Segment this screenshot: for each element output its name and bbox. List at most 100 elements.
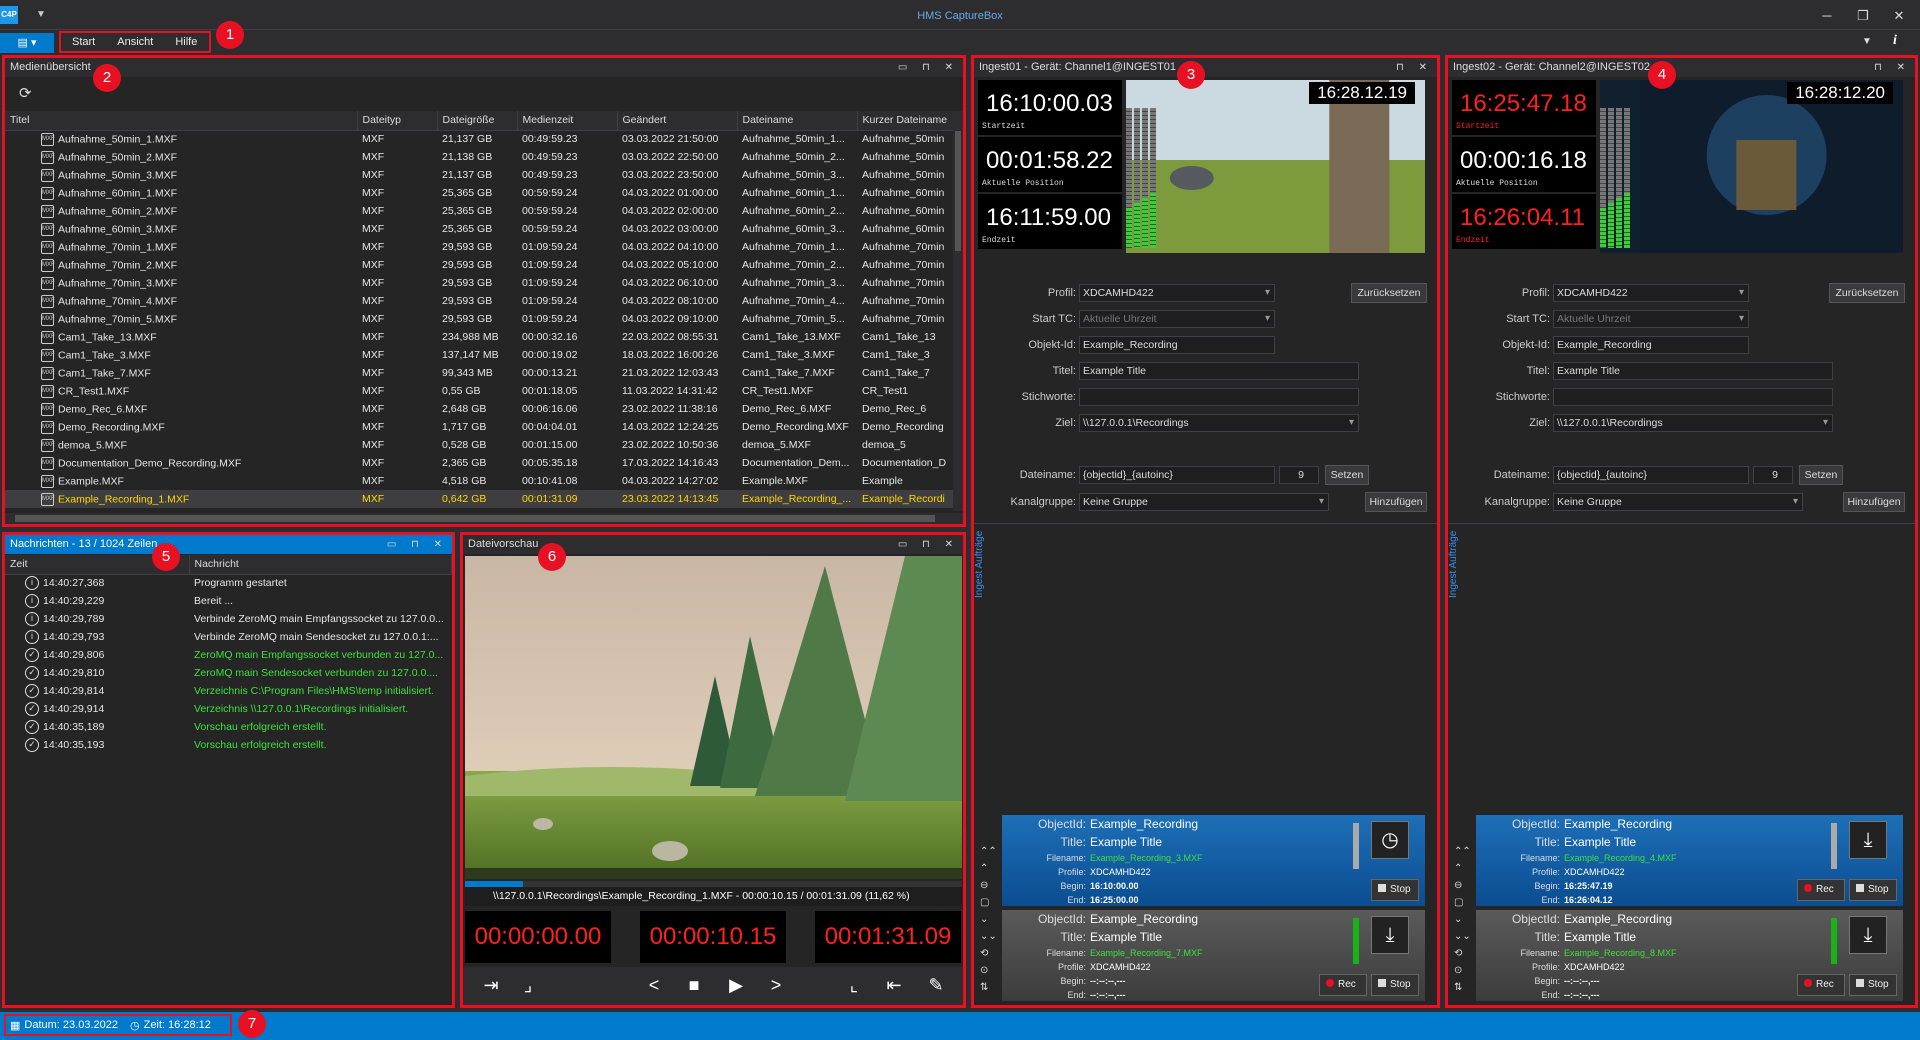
table-row[interactable]: MXF Cam1_Take_13.MXF MXF 234,988 MB 00:00:32… xyxy=(5,328,957,346)
close-window-button[interactable]: ✕ xyxy=(1886,6,1912,26)
ingest2-field-titel[interactable]: Example Title xyxy=(1553,362,1833,380)
menu-ansicht[interactable]: Ansicht xyxy=(106,36,164,48)
info-icon[interactable]: i xyxy=(1893,33,1897,49)
messages-panel-controls[interactable]: ▭ ⊓ ✕ xyxy=(387,535,448,554)
job-nav-icon[interactable]: ⌄ xyxy=(980,914,988,925)
table-row[interactable]: MXF Aufnahme_60min_1.MXF MXF 25,365 GB 00:59… xyxy=(5,184,957,202)
ingest1-setzen-button[interactable]: Setzen xyxy=(1325,465,1369,485)
ingest2-field-dateiname[interactable]: {objectid}_{autoinc} xyxy=(1553,466,1749,484)
menu-start[interactable]: Start xyxy=(61,36,106,48)
ingest2-job-0[interactable]: ObjectId: Example_Recording Title: Example … xyxy=(1476,815,1903,906)
media-vscroll[interactable] xyxy=(953,111,963,511)
ingest1-add-button[interactable]: Hinzufügen xyxy=(1365,492,1427,512)
job-nav-icon[interactable]: ⌄ xyxy=(1454,914,1462,925)
clock-icon[interactable]: ◷ xyxy=(1371,821,1409,859)
col-6[interactable]: Kurzer Dateiname xyxy=(857,111,957,131)
panel-controls[interactable]: ▭ ⊓ ✕ xyxy=(898,58,959,77)
col-2[interactable]: Dateigröße xyxy=(437,111,518,131)
table-row[interactable]: MXF Aufnahme_50min_2.MXF MXF 21,138 GB 00:49… xyxy=(5,148,957,166)
step-forward-icon[interactable]: > xyxy=(763,975,789,996)
job-nav-icon[interactable]: ▢ xyxy=(1454,897,1463,908)
job-nav-icon[interactable]: ⌃ xyxy=(980,863,988,874)
table-row[interactable]: MXF Aufnahme_60min_3.MXF MXF 25,365 GB 00:59… xyxy=(5,220,957,238)
set-in-icon[interactable]: ⌟ xyxy=(515,975,541,996)
col-0[interactable]: Titel xyxy=(5,111,358,131)
col-4[interactable]: Geändert xyxy=(617,111,738,131)
job-nav-icon[interactable]: ⌄⌄ xyxy=(980,931,997,942)
job-nav-icon[interactable]: ⌃ xyxy=(1454,863,1462,874)
job-nav-icon[interactable]: ⇅ xyxy=(1454,982,1462,993)
rec-button[interactable]: Rec xyxy=(1797,974,1845,996)
job-nav-icon[interactable]: ⊙ xyxy=(980,965,988,976)
message-row[interactable]: i 14:40:29,229 Bereit ... xyxy=(5,592,452,610)
message-row[interactable]: i 14:40:27,368 Programm gestartet xyxy=(5,574,452,592)
ingest2-field-profil[interactable]: XDCAMHD422 xyxy=(1553,284,1749,302)
set-out-icon[interactable]: ⌞ xyxy=(841,975,867,996)
download-icon[interactable]: ⤓ xyxy=(1371,916,1409,954)
ingest1-field-dateiname[interactable]: {objectid}_{autoinc} xyxy=(1079,466,1275,484)
col-1[interactable]: Dateityp xyxy=(357,111,438,131)
job-nav-icon[interactable]: ⟲ xyxy=(980,948,988,959)
refresh-icon[interactable]: ⟳ xyxy=(19,84,32,102)
download-icon[interactable]: ⤓ xyxy=(1849,916,1887,954)
ingest2-job-1[interactable]: ObjectId: Example_Recording Title: Example … xyxy=(1476,910,1903,1001)
col-nachricht[interactable]: Nachricht xyxy=(189,555,452,575)
message-row[interactable]: ✓ 14:40:29,814 Verzeichnis C:\Program File… xyxy=(5,682,452,700)
ingest1-side-tab[interactable]: Ingest Aufträge xyxy=(974,531,985,598)
ingest2-controls[interactable]: ⊓ ✕ xyxy=(1874,58,1911,77)
table-row[interactable]: MXF Cam1_Take_3.MXF MXF 137,147 MB 00:00:19.… xyxy=(5,346,957,364)
ingest1-reset-button[interactable]: Zurücksetzen xyxy=(1351,283,1427,303)
stop-button[interactable]: Stop xyxy=(1849,879,1897,901)
rec-button[interactable]: Rec xyxy=(1319,974,1367,996)
play-icon[interactable]: ▶ xyxy=(723,975,749,996)
table-row[interactable]: MXF Aufnahme_70min_2.MXF MXF 29,593 GB 01:09… xyxy=(5,256,957,274)
table-row[interactable]: MXF Aufnahme_50min_3.MXF MXF 21,137 GB 00:49… xyxy=(5,166,957,184)
job-nav-icon[interactable]: ⌃⌃ xyxy=(980,846,997,857)
ingest2-add-button[interactable]: Hinzufügen xyxy=(1843,492,1905,512)
table-row[interactable]: MXF Aufnahme_70min_3.MXF MXF 29,593 GB 01:09… xyxy=(5,274,957,292)
job-nav-icon[interactable]: ⇅ xyxy=(980,982,988,993)
minimize-button[interactable]: ─ xyxy=(1814,6,1840,26)
ingest1-field-profil[interactable]: XDCAMHD422 xyxy=(1079,284,1275,302)
table-row[interactable]: MXF Aufnahme_50min_1.MXF MXF 21,137 GB 00:49… xyxy=(5,130,957,148)
edit-icon[interactable]: ✎ xyxy=(923,975,949,996)
table-row[interactable]: MXF Example.MXF MXF 4,518 GB 00:10:41.08 04.0… xyxy=(5,472,957,490)
ingest2-setzen-button[interactable]: Setzen xyxy=(1799,465,1843,485)
ingest1-field-titel[interactable]: Example Title xyxy=(1079,362,1359,380)
table-row[interactable]: MXF Demo_Recording.MXF MXF 1,717 GB 00:04:04… xyxy=(5,418,957,436)
message-row[interactable]: i 14:40:29,789 Verbinde ZeroMQ main Empfan… xyxy=(5,610,452,628)
stop-button[interactable]: Stop xyxy=(1371,879,1419,901)
ribbon-collapse-icon[interactable]: ▼ xyxy=(1862,36,1872,47)
message-row[interactable]: ✓ 14:40:35,193 Vorschau erfolgreich erstel… xyxy=(5,736,452,754)
goto-in-icon[interactable]: ⇥ xyxy=(478,975,504,996)
restore-button[interactable]: ❐ xyxy=(1850,6,1876,26)
job-nav-icon[interactable]: ⊖ xyxy=(980,880,988,891)
ingest1-controls[interactable]: ⊓ ✕ xyxy=(1396,58,1433,77)
ingest2-field-objektid[interactable]: Example_Recording xyxy=(1553,336,1749,354)
ingest1-field-stichworte[interactable] xyxy=(1079,388,1359,406)
app-menu-button[interactable]: ▤ ▾ xyxy=(0,33,54,53)
message-row[interactable]: ✓ 14:40:29,806 ZeroMQ main Empfangssocket … xyxy=(5,646,452,664)
ingest1-field-kanalgruppe[interactable]: Keine Gruppe xyxy=(1079,493,1329,511)
goto-out-icon[interactable]: ⇤ xyxy=(881,975,907,996)
ingest2-field-stichworte[interactable] xyxy=(1553,388,1833,406)
stop-icon[interactable]: ■ xyxy=(681,975,707,996)
table-row[interactable]: MXF CR_Test1.MXF MXF 0,55 GB 00:01:18.05 11.0… xyxy=(5,382,957,400)
ingest1-counter[interactable]: 9 xyxy=(1279,466,1319,484)
table-row[interactable]: MXF Example_Recording_1.MXF MXF 0,642 GB 00:… xyxy=(5,490,957,508)
ingest2-field-kanalgruppe[interactable]: Keine Gruppe xyxy=(1553,493,1803,511)
message-row[interactable]: i 14:40:29,793 Verbinde ZeroMQ main Sendes… xyxy=(5,628,452,646)
stop-button[interactable]: Stop xyxy=(1849,974,1897,996)
step-back-icon[interactable]: < xyxy=(641,975,667,996)
ingest1-job-0[interactable]: ObjectId: Example_Recording Title: Example … xyxy=(1002,815,1425,906)
menu-hilfe[interactable]: Hilfe xyxy=(164,36,208,48)
job-nav-icon[interactable]: ⊖ xyxy=(1454,880,1462,891)
ingest1-field-objektid[interactable]: Example_Recording xyxy=(1079,336,1275,354)
download-icon[interactable]: ⤓ xyxy=(1849,821,1887,859)
table-row[interactable]: MXF Demo_Rec_6.MXF MXF 2,648 GB 00:06:16.06 2… xyxy=(5,400,957,418)
job-nav-icon[interactable]: ⌄⌄ xyxy=(1454,931,1471,942)
job-nav-icon[interactable]: ▢ xyxy=(980,897,989,908)
job-nav-icon[interactable]: ⌃⌃ xyxy=(1454,846,1471,857)
preview-panel-controls[interactable]: ▭ ⊓ ✕ xyxy=(898,535,959,554)
table-row[interactable]: MXF Aufnahme_70min_1.MXF MXF 29,593 GB 01:09… xyxy=(5,238,957,256)
